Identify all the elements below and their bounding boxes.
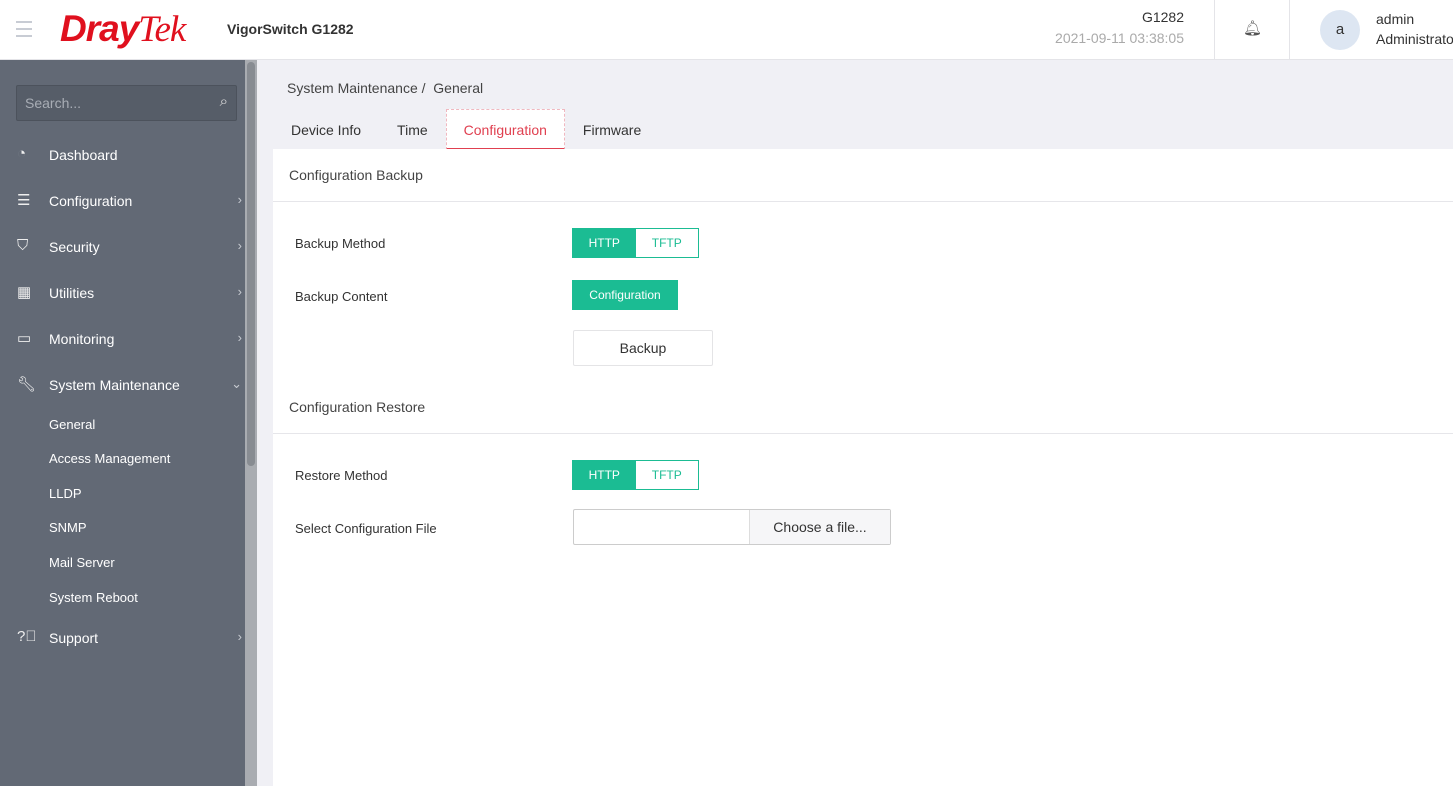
monitor-icon: ▭ [17, 330, 32, 347]
menu-toggle-icon[interactable] [16, 21, 32, 42]
gauge-icon: ◔ [17, 145, 27, 162]
user-role: Administrator [1376, 31, 1453, 47]
divider [1289, 0, 1290, 59]
sidebar-item-label: Dashboard [49, 147, 118, 163]
sidebar-scrollbar[interactable] [245, 60, 257, 786]
choose-file-button[interactable]: Choose a file... [750, 510, 890, 544]
sidebar-item-dashboard[interactable]: ◔ Dashboard [0, 135, 245, 175]
help-icon: ?⃝ [17, 628, 37, 645]
restore-method-toggle: HTTP TFTP [572, 460, 699, 490]
chevron-right-icon: › [237, 284, 242, 299]
user-name[interactable]: admin [1376, 11, 1414, 27]
backup-method-tftp[interactable]: TFTP [636, 229, 699, 257]
sidebar-item-label: Configuration [49, 193, 133, 209]
draytek-logo: DrayTek [60, 8, 186, 50]
scrollbar-thumb[interactable] [247, 62, 255, 466]
divider [273, 433, 1453, 434]
top-header: DrayTek VigorSwitch G1282 G1282 2021-09-… [0, 0, 1453, 60]
sidebar: Search... ⌕ ◔ Dashboard ☰ Configuration › ⛉ S… [0, 60, 257, 786]
restore-method-http[interactable]: HTTP [573, 461, 636, 489]
chevron-right-icon: › [237, 192, 242, 207]
backup-content-configuration[interactable]: Configuration [572, 280, 678, 310]
breadcrumb-parent[interactable]: System Maintenance [287, 80, 418, 96]
configuration-panel: Configuration Backup Backup Method HTTP … [273, 149, 1453, 786]
chevron-right-icon: › [237, 238, 242, 253]
tab-time[interactable]: Time [379, 109, 446, 150]
sidebar-subitem-access-management[interactable]: Access Management [49, 451, 170, 466]
sliders-icon: ☰ [17, 192, 31, 209]
main-content: System Maintenance / General Device Info… [257, 60, 1453, 786]
backup-button[interactable]: Backup [573, 330, 713, 366]
device-model: G1282 [1141, 9, 1184, 25]
sidebar-subitem-snmp[interactable]: SNMP [49, 520, 87, 535]
breadcrumb: System Maintenance / General [287, 80, 483, 96]
sidebar-item-label: Monitoring [49, 331, 115, 347]
tab-configuration[interactable]: Configuration [445, 109, 565, 150]
apps-icon: ▦ [17, 284, 32, 301]
breadcrumb-separator: / [421, 80, 426, 96]
section-title-backup: Configuration Backup [289, 167, 423, 183]
tab-device-info[interactable]: Device Info [273, 109, 379, 150]
breadcrumb-current: General [433, 80, 484, 96]
select-file-label: Select Configuration File [295, 521, 437, 536]
avatar[interactable]: a [1320, 10, 1360, 50]
sidebar-subitem-mail-server[interactable]: Mail Server [49, 555, 115, 570]
section-title-restore: Configuration Restore [289, 399, 426, 415]
tab-firmware[interactable]: Firmware [565, 109, 659, 150]
product-name: VigorSwitch G1282 [227, 21, 354, 37]
sidebar-item-monitoring[interactable]: ▭ Monitoring › [0, 319, 245, 359]
search-icon[interactable]: ⌕ [220, 93, 228, 110]
file-picker: Choose a file... [573, 509, 891, 545]
restore-method-tftp[interactable]: TFTP [636, 461, 699, 489]
sidebar-item-label: Security [49, 239, 100, 255]
search-input[interactable]: Search... ⌕ [16, 85, 237, 121]
sidebar-item-label: Support [49, 630, 99, 646]
sidebar-item-utilities[interactable]: ▦ Utilities › [0, 273, 245, 313]
sidebar-item-security[interactable]: ⛉ Security › [0, 227, 245, 267]
sidebar-item-configuration[interactable]: ☰ Configuration › [0, 181, 245, 221]
chevron-down-icon: ⌄ [231, 376, 242, 391]
divider [273, 201, 1453, 202]
device-time: 2021-09-11 03:38:05 [1055, 30, 1184, 46]
chevron-right-icon: › [237, 330, 242, 345]
tab-bar: Device Info Time Configuration Firmware [273, 109, 659, 150]
chevron-right-icon: › [237, 629, 242, 644]
backup-method-toggle: HTTP TFTP [572, 228, 699, 258]
wrench-icon: 🔧︎ [17, 376, 37, 393]
restore-method-label: Restore Method [295, 468, 388, 483]
file-name-input[interactable] [574, 510, 750, 544]
sidebar-subitem-general[interactable]: General [49, 417, 95, 432]
backup-content-label: Backup Content [295, 289, 388, 304]
shield-icon: ⛉ [17, 237, 29, 254]
backup-method-label: Backup Method [295, 236, 386, 251]
sidebar-item-label: System Maintenance [49, 377, 180, 393]
search-placeholder: Search... [25, 95, 82, 111]
sidebar-item-support[interactable]: ?⃝ Support › [0, 618, 245, 658]
sidebar-subitem-system-reboot[interactable]: System Reboot [49, 590, 138, 605]
backup-method-http[interactable]: HTTP [573, 229, 636, 257]
sidebar-subitem-lldp[interactable]: LLDP [49, 486, 82, 501]
sidebar-item-system-maintenance[interactable]: 🔧︎ System Maintenance ⌄ [0, 365, 245, 405]
sidebar-item-label: Utilities [49, 285, 95, 301]
divider [1214, 0, 1215, 59]
bell-icon[interactable]: 🔔︎ [1243, 19, 1262, 37]
